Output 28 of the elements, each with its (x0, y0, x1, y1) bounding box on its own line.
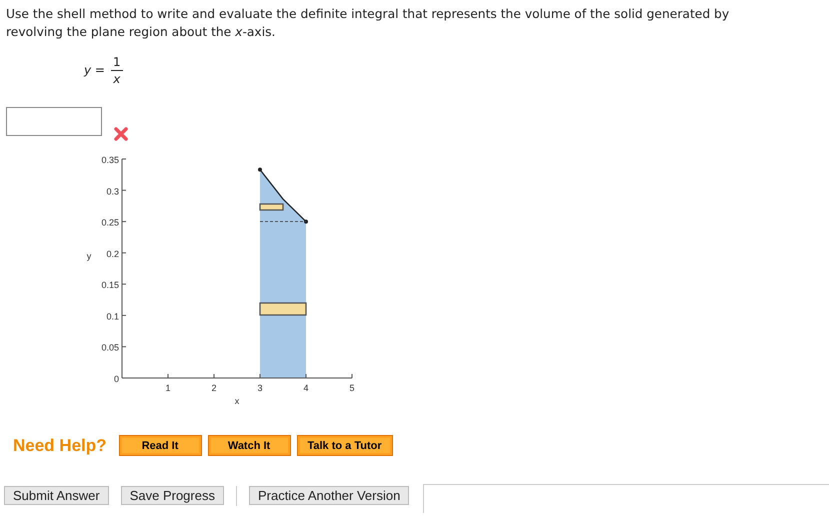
equation-lhs: y = (84, 63, 105, 77)
question-text: Use the shell method to write and evaluate the definite integral that represents the volume of the solid generated by revolving the plane region about the x-axis. (6, 6, 730, 41)
answer-field[interactable] (6, 107, 102, 136)
x-tick-label: 1 (166, 383, 170, 393)
need-help-label: Need Help? (13, 436, 107, 456)
dashed-guide-drawing (260, 221, 306, 222)
action-button[interactable]: Practice Another Version (248, 486, 410, 505)
x-tick-label: 4 (304, 383, 308, 393)
y-tick-label: 0.35 (101, 155, 119, 165)
y-tick-label: 0.1 (106, 311, 119, 322)
y-tick-label: 0.25 (101, 218, 119, 228)
y-tick-label: 0.3 (106, 186, 119, 196)
x-axis-label: x (234, 396, 240, 406)
y-axis-label: y (86, 251, 92, 262)
x-tick-label: 5 (350, 383, 354, 393)
x-tick-label: 3 (258, 383, 262, 393)
action-button[interactable]: Submit Answer (4, 486, 109, 505)
help-button[interactable]: Read It (118, 435, 202, 456)
curve-line (258, 168, 308, 224)
x-tick-label: 2 (212, 383, 216, 393)
help-button[interactable]: Talk to a Tutor (296, 435, 393, 456)
y-tick-label: 0.2 (106, 248, 119, 259)
help-button[interactable]: Watch It (208, 435, 291, 456)
y-tick-label: 0.15 (101, 280, 119, 290)
fraction: 1 x (110, 54, 123, 86)
y-tick-label: 0.05 (101, 342, 119, 353)
y-tick-label: 0 (114, 374, 119, 384)
action-button[interactable]: Save Progress (120, 486, 224, 505)
